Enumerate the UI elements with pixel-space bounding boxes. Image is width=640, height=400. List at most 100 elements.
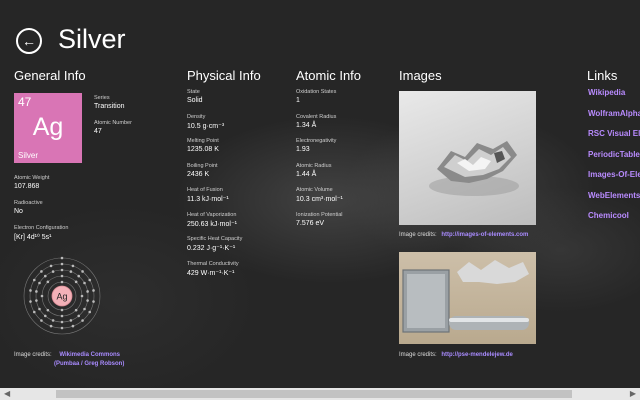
electron	[77, 274, 81, 278]
general-info-heading: General Info	[14, 68, 86, 83]
atomic-info-label: Covalent Radius	[296, 113, 337, 120]
electron	[83, 281, 86, 285]
electron	[60, 274, 64, 278]
images-heading: Images	[399, 68, 442, 83]
horizontal-scrollbar[interactable]: ◀ ▶	[0, 388, 640, 400]
back-button[interactable]: ←	[16, 28, 42, 54]
links-heading: Links	[587, 68, 618, 83]
electron	[51, 319, 55, 322]
physical-info-value: 2436 K	[187, 170, 210, 178]
atomic-info-value: 7.576 eV	[296, 219, 325, 227]
atomic-info-list: Oxidation States 1 Covalent Radius 1.34 Å El…	[296, 89, 396, 236]
physical-info-row: Thermal Conductivity 429 W·m⁻¹·K⁻¹	[187, 261, 287, 286]
electron	[40, 294, 44, 298]
physical-info-value: 429 W·m⁻¹·K⁻¹	[187, 269, 235, 277]
atomic-info-row: Electronegativity 1.93	[296, 138, 396, 163]
radioactive-label: Radioactive	[14, 200, 43, 206]
external-link[interactable]: Images-Of-Ele	[588, 170, 640, 191]
wikimedia-link[interactable]: Wikimedia Commons	[59, 352, 120, 358]
external-link[interactable]: Chemicool	[588, 211, 640, 232]
electron	[81, 319, 84, 322]
electron	[46, 280, 50, 284]
back-arrow-icon: ←	[22, 33, 36, 49]
external-link[interactable]: PeriodicTable.	[588, 150, 640, 171]
scroll-left-icon[interactable]: ◀	[4, 388, 10, 400]
general-image-credit: Image credits: Wikimedia Commons	[14, 352, 120, 358]
physical-info-row: Melting Point 1235.08 K	[187, 138, 287, 163]
physical-info-heading: Physical Info	[187, 68, 261, 83]
physical-info-row: State Solid	[187, 89, 287, 114]
image-credit-1: Image credits: http://images-of-elements…	[399, 232, 528, 238]
electron	[69, 270, 73, 273]
electron	[60, 308, 64, 312]
atomic-info-row: Oxidation States 1	[296, 89, 396, 114]
external-link[interactable]: WolframAlpha	[588, 109, 640, 130]
links-list: Wikipedia WolframAlpha RSC Visual Ele Perio…	[588, 88, 640, 232]
physical-info-list: State Solid Density 10.5 g·cm⁻³ Melting Poin…	[187, 89, 287, 285]
physical-info-value: 250.63 kJ·mol⁻¹	[187, 220, 237, 228]
images-of-elements-link[interactable]: http://images-of-elements.com	[441, 232, 528, 238]
electron	[32, 278, 36, 282]
electron-config-value: [Kr] 4d¹⁰ 5s¹	[14, 234, 52, 241]
electron	[74, 308, 78, 312]
electron	[40, 270, 43, 273]
electron	[86, 290, 89, 293]
atomic-info-value: 10.3 cm³·mol⁻¹	[296, 196, 343, 203]
electron-config-label: Electron Configuration	[14, 225, 69, 231]
element-tile: 47 Ag Silver	[14, 93, 82, 163]
electron	[83, 307, 86, 311]
external-link[interactable]: RSC Visual Ele	[588, 129, 640, 150]
image-credit-2: Image credits: http://pse-mendelejew.de	[399, 352, 513, 358]
electron	[29, 289, 32, 292]
atomic-info-row: Atomic Volume 10.3 cm³·mol⁻¹	[296, 187, 396, 212]
credit-author-link[interactable]: (Pumbaa / Greg Robson)	[54, 361, 124, 367]
electron	[60, 326, 64, 330]
credit2-label: Image credits:	[399, 352, 437, 358]
atomic-weight-value: 107.868	[14, 183, 40, 190]
electron	[35, 290, 38, 293]
atomic-info-value: 1.44 Å	[296, 170, 317, 178]
radioactive-value: No	[14, 208, 23, 215]
electron	[32, 310, 36, 314]
electron	[38, 281, 41, 285]
bohr-model-diagram: Ag	[23, 256, 101, 335]
nucleus-symbol: Ag	[56, 292, 67, 302]
electron	[81, 270, 84, 273]
scroll-right-icon[interactable]: ▶	[630, 388, 636, 400]
electron	[88, 310, 92, 314]
electron	[46, 308, 50, 312]
electron	[29, 300, 32, 303]
electron	[43, 314, 47, 318]
electron	[77, 314, 81, 318]
atomic-info-label: Oxidation States	[296, 89, 337, 95]
physical-info-label: Heat of Fusion	[187, 187, 223, 193]
external-link[interactable]: Wikipedia	[588, 88, 640, 109]
physical-info-label: Melting Point	[187, 138, 219, 144]
physical-info-label: Boiling Point	[187, 162, 218, 169]
electron	[80, 294, 84, 298]
electron	[71, 264, 75, 268]
electron	[60, 314, 64, 318]
scrollbar-thumb[interactable]	[56, 390, 572, 398]
electron	[74, 280, 78, 284]
external-link[interactable]: WebElements	[588, 191, 640, 212]
electron	[86, 299, 89, 302]
physical-info-row: Heat of Vaporization 250.63 kJ·mol⁻¹	[187, 212, 287, 237]
silver-crystal-image[interactable]	[399, 91, 536, 225]
electron	[60, 320, 64, 324]
electron	[71, 324, 75, 328]
atomic-info-value: 1.34 Å	[296, 121, 317, 129]
electron	[38, 307, 41, 311]
credit1-label: Image credits:	[399, 232, 437, 238]
physical-info-row: Density 10.5 g·cm⁻³	[187, 114, 287, 139]
silver-bar-image[interactable]	[399, 252, 536, 344]
electron	[60, 280, 64, 284]
pse-mendelejew-link[interactable]: http://pse-mendelejew.de	[441, 352, 512, 358]
electron	[88, 278, 92, 282]
credit-line-2: (Pumbaa / Greg Robson)	[54, 361, 124, 367]
atomic-info-value: 1.93	[296, 146, 310, 153]
atomic-info-label: Atomic Radius	[296, 162, 332, 169]
atomic-number-label: Atomic Number	[94, 120, 132, 126]
electron	[49, 264, 53, 268]
page-title: Silver	[58, 24, 126, 54]
